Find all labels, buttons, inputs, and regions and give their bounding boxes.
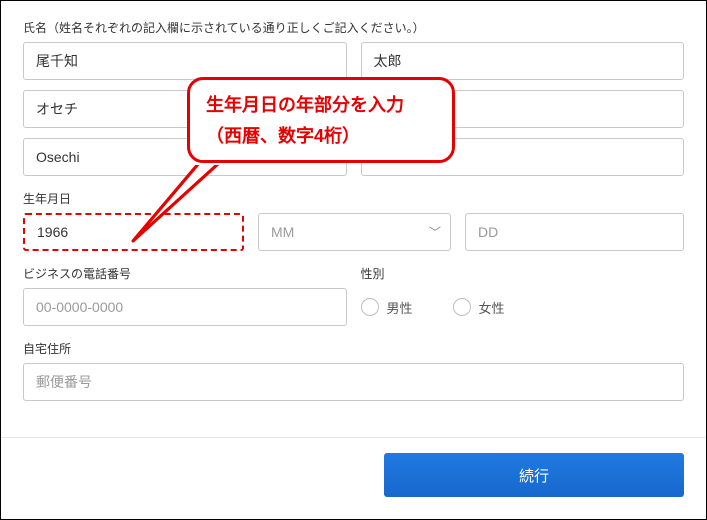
name-section-label: 氏名（姓名それぞれの記入欄に示されている通り正しくご記入ください。） xyxy=(23,19,684,36)
callout-line2: （西暦、数字4桁） xyxy=(206,121,444,152)
dob-year-input[interactable] xyxy=(23,213,244,251)
dob-day-input[interactable] xyxy=(465,213,684,251)
callout-line1: 生年月日の年部分を入力 xyxy=(206,90,444,121)
postal-code-input[interactable] xyxy=(23,363,684,401)
address-section-label: 自宅住所 xyxy=(23,340,684,357)
radio-circle-icon xyxy=(453,298,471,316)
radio-circle-icon xyxy=(361,298,379,316)
gender-male-label: 男性 xyxy=(387,298,413,317)
gender-female-radio[interactable]: 女性 xyxy=(453,298,505,317)
gender-female-label: 女性 xyxy=(479,298,505,317)
dob-section-label: 生年月日 xyxy=(23,190,684,207)
first-name-input[interactable] xyxy=(361,42,685,80)
gender-section-label: 性別 xyxy=(361,265,685,282)
gender-male-radio[interactable]: 男性 xyxy=(361,298,413,317)
last-name-input[interactable] xyxy=(23,42,347,80)
submit-button[interactable]: 続行 xyxy=(384,453,684,497)
footer-bar: 続行 xyxy=(1,437,706,519)
dob-month-select[interactable] xyxy=(258,213,451,251)
phone-input[interactable] xyxy=(23,288,347,326)
phone-section-label: ビジネスの電話番号 xyxy=(23,265,347,282)
annotation-callout: 生年月日の年部分を入力 （西暦、数字4桁） xyxy=(187,77,455,163)
